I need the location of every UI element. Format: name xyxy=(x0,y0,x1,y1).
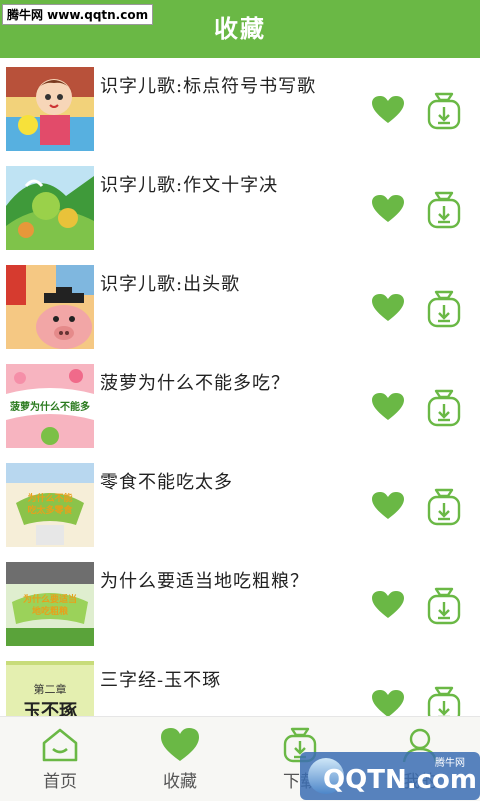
thumbnail-caption: 为什么不能 xyxy=(27,492,72,504)
download-icon[interactable] xyxy=(427,488,461,526)
qqtn-watermark-logo: QQTN.com 腾牛网 xyxy=(300,752,480,800)
list-item[interactable]: 识字儿歌:作文十字决 xyxy=(0,157,480,257)
thumbnail-caption: 地吃粗粮 xyxy=(32,605,68,617)
thumbnail-caption: 第二章 xyxy=(34,682,67,696)
list-item[interactable]: 为什么不能 吃太多零食 零食不能吃太多 xyxy=(0,454,480,554)
list-item[interactable]: 为什么要适当 地吃粗粮 为什么要适当地吃粗粮？ xyxy=(0,553,480,653)
item-title: 识字儿歌:出头歌 xyxy=(100,274,241,295)
item-title: 三字经-玉不琢 xyxy=(100,670,222,691)
favorite-heart-icon[interactable] xyxy=(372,294,404,322)
favorite-heart-icon[interactable] xyxy=(372,492,404,520)
thumbnail-caption: 玉不琢 xyxy=(23,701,78,716)
favorite-heart-icon[interactable] xyxy=(372,393,404,421)
list-item[interactable]: 识字儿歌:出头歌 xyxy=(0,256,480,356)
watermark-brand: QQTN.com xyxy=(323,765,477,795)
tab-home[interactable]: 首页 xyxy=(0,717,120,801)
item-title: 菠萝为什么不能多吃？ xyxy=(100,373,290,394)
list-item[interactable]: 第二章 玉不琢 三字经-玉不琢 xyxy=(0,652,480,716)
download-icon[interactable] xyxy=(427,587,461,625)
favorite-heart-icon[interactable] xyxy=(372,195,404,223)
thumbnail-caption: 吃太多零食 xyxy=(27,504,73,516)
thumbnail-caption: 为什么要适当 xyxy=(23,593,77,605)
favorite-heart-icon[interactable] xyxy=(372,591,404,619)
list-item[interactable]: 识字儿歌:标点符号书写歌 xyxy=(0,58,480,158)
item-title: 识字儿歌:作文十字决 xyxy=(100,175,279,196)
tab-favorites[interactable]: 收藏 xyxy=(120,717,240,801)
tab-label: 首页 xyxy=(43,772,77,792)
download-icon[interactable] xyxy=(427,389,461,427)
thumbnail-image: 为什么不能 吃太多零食 xyxy=(6,463,94,547)
heart-icon xyxy=(161,728,199,761)
thumbnail-image: 第二章 玉不琢 xyxy=(6,661,94,716)
favorite-heart-icon[interactable] xyxy=(372,690,404,716)
site-watermark: 腾牛网 www.qqtn.com xyxy=(2,4,154,25)
download-icon[interactable] xyxy=(427,191,461,229)
download-icon[interactable] xyxy=(427,686,461,716)
download-icon[interactable] xyxy=(427,290,461,328)
thumbnail-image: 为什么要适当 地吃粗粮 xyxy=(6,562,94,646)
list-item[interactable]: 菠萝为什么不能多 菠萝为什么不能多吃？ xyxy=(0,355,480,455)
favorite-heart-icon[interactable] xyxy=(372,96,404,124)
thumbnail-image xyxy=(6,265,94,349)
watermark-small: 腾牛网 xyxy=(435,756,465,769)
item-title: 为什么要适当地吃粗粮？ xyxy=(100,571,309,592)
item-title: 识字儿歌:标点符号书写歌 xyxy=(100,76,317,97)
download-icon[interactable] xyxy=(427,92,461,130)
home-icon xyxy=(42,728,78,762)
thumbnail-image xyxy=(6,67,94,151)
thumbnail-caption: 菠萝为什么不能多 xyxy=(10,400,90,413)
favorites-list: 识字儿歌:标点符号书写歌 识字儿歌:作文十字决 识字儿歌:出头歌 菠萝为什么不能… xyxy=(0,58,480,716)
tab-label: 收藏 xyxy=(163,772,197,792)
item-title: 零食不能吃太多 xyxy=(100,472,233,493)
thumbnail-image: 菠萝为什么不能多 xyxy=(6,364,94,448)
thumbnail-image xyxy=(6,166,94,250)
